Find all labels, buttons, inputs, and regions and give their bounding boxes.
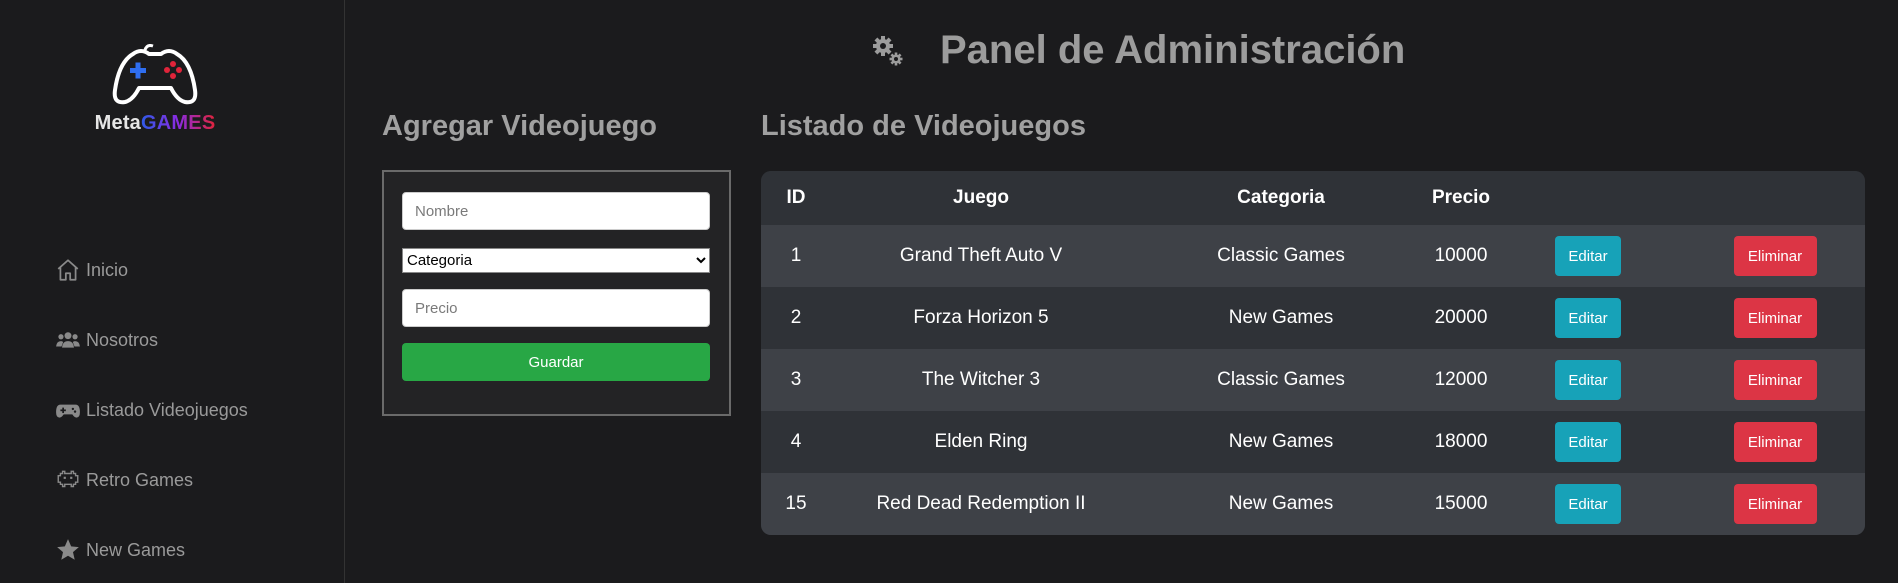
cell-edit: Editar <box>1491 473 1685 535</box>
cell-edit: Editar <box>1491 411 1685 473</box>
nav-item-listado-videojuegos[interactable]: Listado Videojuegos <box>54 394 248 426</box>
column-header-category: Categoria <box>1131 171 1431 225</box>
edit-button[interactable]: Editar <box>1555 422 1621 462</box>
cell-edit: Editar <box>1491 287 1685 349</box>
nav-item-nosotros[interactable]: Nosotros <box>54 324 248 356</box>
cell-id: 1 <box>761 225 831 287</box>
sidebar: MetaGAMES Inicio Nosotros Listado Videoj… <box>0 0 345 583</box>
column-header-delete <box>1685 171 1865 225</box>
cell-price: 12000 <box>1431 349 1491 411</box>
brand-games: GAMES <box>141 112 216 134</box>
cell-delete: Eliminar <box>1685 411 1865 473</box>
edit-button[interactable]: Editar <box>1555 236 1621 276</box>
cell-edit: Editar <box>1491 349 1685 411</box>
nav-label: Inicio <box>86 259 129 280</box>
cell-edit: Editar <box>1491 225 1685 287</box>
users-icon <box>54 326 82 354</box>
cell-price: 20000 <box>1431 287 1491 349</box>
nav-item-retro-games[interactable]: Retro Games <box>54 464 248 496</box>
cell-id: 3 <box>761 349 831 411</box>
star-icon <box>54 536 82 564</box>
column-header-game: Juego <box>831 171 1131 225</box>
delete-button[interactable]: Eliminar <box>1733 298 1817 338</box>
category-select[interactable]: Categoria <box>402 248 710 273</box>
table-row: 4 Elden Ring New Games 18000 Editar Elim… <box>761 411 1865 473</box>
table-row: 1 Grand Theft Auto V Classic Games 10000… <box>761 225 1865 287</box>
cell-price: 10000 <box>1431 225 1491 287</box>
cell-id: 4 <box>761 411 831 473</box>
column-header-price: Precio <box>1431 171 1491 225</box>
nav-item-new-games[interactable]: New Games <box>54 534 248 566</box>
cell-category: New Games <box>1131 473 1431 535</box>
cell-price: 18000 <box>1431 411 1491 473</box>
column-header-id: ID <box>761 171 831 225</box>
gears-icon <box>873 35 903 65</box>
home-icon <box>54 256 82 284</box>
sidebar-nav: Inicio Nosotros Listado Videojuegos Retr… <box>54 254 248 583</box>
delete-button[interactable]: Eliminar <box>1733 422 1817 462</box>
list-title: Listado de Videojuegos <box>761 110 1086 142</box>
brand-logo[interactable]: MetaGAMES <box>84 44 226 144</box>
cell-delete: Eliminar <box>1685 473 1865 535</box>
form-title: Agregar Videojuego <box>382 110 658 142</box>
delete-button[interactable]: Eliminar <box>1733 360 1817 400</box>
cell-game: Forza Horizon 5 <box>831 287 1131 349</box>
nav-label: Nosotros <box>86 329 159 350</box>
cell-delete: Eliminar <box>1685 225 1865 287</box>
cell-delete: Eliminar <box>1685 349 1865 411</box>
table-row: 3 The Witcher 3 Classic Games 12000 Edit… <box>761 349 1865 411</box>
cell-game: Grand Theft Auto V <box>831 225 1131 287</box>
save-button[interactable]: Guardar <box>402 343 710 381</box>
nav-label: New Games <box>86 539 186 560</box>
table-header-row: ID Juego Categoria Precio <box>761 171 1865 225</box>
delete-button[interactable]: Eliminar <box>1733 236 1817 276</box>
edit-button[interactable]: Editar <box>1555 484 1621 524</box>
cell-category: New Games <box>1131 411 1431 473</box>
edit-button[interactable]: Editar <box>1555 298 1621 338</box>
nav-label: Listado Videojuegos <box>86 399 248 420</box>
table-row: 15 Red Dead Redemption II New Games 1500… <box>761 473 1865 535</box>
delete-button[interactable]: Eliminar <box>1733 484 1817 524</box>
page-header: Panel de Administración <box>870 28 1405 73</box>
add-game-form: Categoria Guardar <box>382 170 731 416</box>
name-input[interactable] <box>402 192 710 230</box>
cell-category: Classic Games <box>1131 225 1431 287</box>
brand-wordmark: MetaGAMES <box>84 112 226 135</box>
table-row: 2 Forza Horizon 5 New Games 20000 Editar… <box>761 287 1865 349</box>
gamepad-icon <box>54 396 82 424</box>
cell-delete: Eliminar <box>1685 287 1865 349</box>
nav-label: Retro Games <box>86 469 194 490</box>
cell-category: New Games <box>1131 287 1431 349</box>
page-title: Panel de Administración <box>940 28 1406 72</box>
cell-game: Red Dead Redemption II <box>831 473 1131 535</box>
price-input[interactable] <box>402 289 710 327</box>
cell-game: Elden Ring <box>831 411 1131 473</box>
games-table: ID Juego Categoria Precio 1 Grand Theft … <box>761 171 1865 535</box>
cell-price: 15000 <box>1431 473 1491 535</box>
brand-meta: Meta <box>94 112 142 134</box>
nav-item-inicio[interactable]: Inicio <box>54 254 248 286</box>
cell-category: Classic Games <box>1131 349 1431 411</box>
gamepad-logo-icon <box>112 44 198 105</box>
cell-game: The Witcher 3 <box>831 349 1131 411</box>
cell-id: 15 <box>761 473 831 535</box>
cell-id: 2 <box>761 287 831 349</box>
space-invader-icon <box>54 466 82 494</box>
column-header-edit <box>1491 171 1685 225</box>
edit-button[interactable]: Editar <box>1555 360 1621 400</box>
